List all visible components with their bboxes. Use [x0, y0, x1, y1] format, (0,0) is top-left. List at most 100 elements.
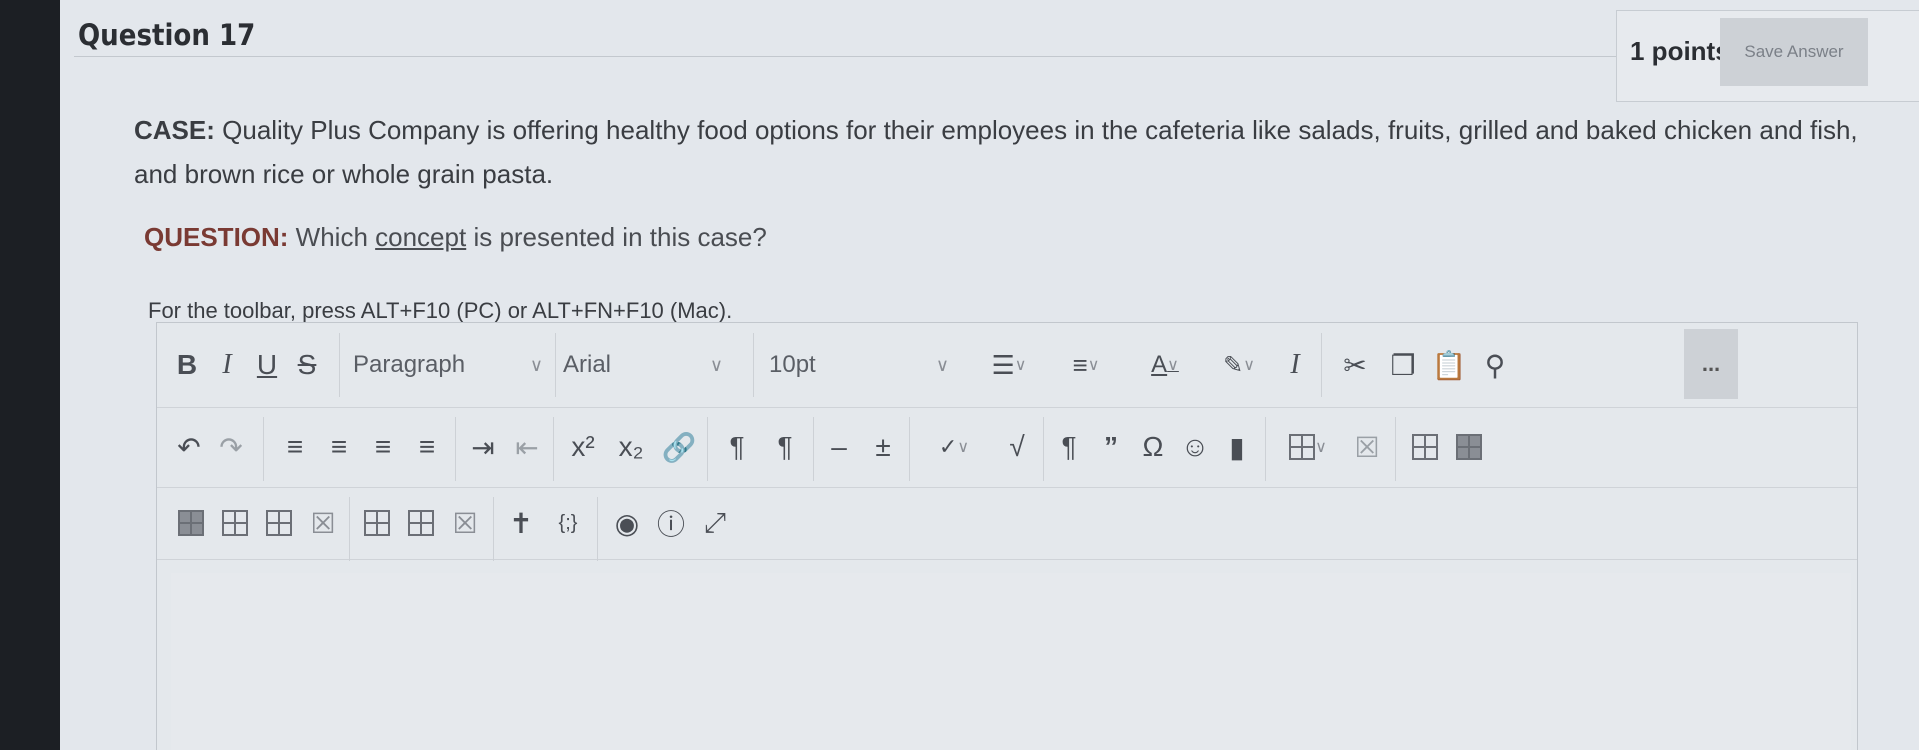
- toolbar-separator: [493, 497, 494, 561]
- math-equation-icon[interactable]: √: [997, 407, 1037, 487]
- subscript-icon[interactable]: x₂: [609, 407, 653, 487]
- outdent-icon[interactable]: ⇤: [507, 407, 547, 487]
- numbered-list-icon[interactable]: ≡ ∨: [1051, 323, 1121, 407]
- underline-button[interactable]: U: [249, 323, 285, 407]
- show-blocks-icon[interactable]: ¶: [1049, 407, 1089, 487]
- question-after: is presented in this case?: [466, 222, 767, 252]
- align-right-icon[interactable]: ≡: [363, 407, 403, 487]
- paragraph-dropdown-value: Paragraph: [353, 351, 466, 378]
- paragraph-dropdown[interactable]: Paragraph ∨: [353, 323, 553, 407]
- rich-text-editor: B I U S Paragraph ∨ Arial ∨ 10pt ∨ ☰ ∨ ≡ ∨…: [156, 322, 1858, 750]
- insert-row-after-icon[interactable]: [1449, 407, 1489, 487]
- bullet-list-icon[interactable]: ☰ ∨: [977, 323, 1041, 407]
- question-title: Question 17: [78, 18, 256, 52]
- help-icon[interactable]: ⓘ: [651, 487, 691, 559]
- column-after-grid-icon: [266, 510, 292, 536]
- cell-properties-icon[interactable]: [357, 487, 397, 559]
- insert-row-before-icon[interactable]: [1405, 407, 1445, 487]
- toolbar-hint: For the toolbar, press ALT+F10 (PC) or A…: [148, 298, 733, 323]
- cut-icon[interactable]: ✂: [1333, 323, 1377, 407]
- cell-properties-grid-icon: [364, 510, 390, 536]
- toolbar-separator: [455, 417, 456, 481]
- ltr-paragraph-icon[interactable]: ¶: [715, 407, 759, 487]
- toolbar-row-2: ↶ ↷ ≡ ≡ ≡ ≡ ⇥ ⇤ x² x₂ 🔗 ¶ ¶ – ± ✓ ∨ √ ¶ ”: [157, 407, 1857, 488]
- insert-column-before-icon[interactable]: [215, 487, 255, 559]
- table-icon[interactable]: ∨: [1273, 407, 1343, 487]
- align-center-icon[interactable]: ≡: [319, 407, 359, 487]
- toolbar-separator: [1395, 417, 1396, 481]
- toolbar-separator: [909, 417, 910, 481]
- toolbar-row-3: ☒ ☒ ✝ {;} ◉ ⓘ ⤢: [157, 487, 1857, 561]
- horizontal-line-icon[interactable]: –: [819, 407, 859, 487]
- chevron-down-icon: ∨: [709, 354, 723, 375]
- insert-column-after-icon[interactable]: [259, 487, 299, 559]
- table-grid-icon: [1289, 434, 1316, 460]
- question-lead: QUESTION:: [144, 222, 289, 252]
- row-before-grid-icon: [1412, 434, 1438, 460]
- toolbar-separator: [555, 333, 556, 397]
- delete-column-icon[interactable]: ☒: [303, 487, 343, 559]
- toolbar-separator: [263, 417, 264, 481]
- font-family-dropdown[interactable]: Arial ∨: [563, 323, 733, 407]
- split-cells-icon[interactable]: ☒: [445, 487, 485, 559]
- search-icon[interactable]: ⚲: [1473, 323, 1517, 407]
- case-lead: CASE:: [134, 115, 215, 145]
- points-label: 1 points: [1630, 36, 1730, 66]
- question-page: Question 17 1 points Save Answer CASE: Q…: [60, 0, 1919, 750]
- delete-table-icon[interactable]: ☒: [1347, 407, 1387, 487]
- toolbar-separator: [813, 417, 814, 481]
- question-before: Which: [288, 222, 376, 252]
- accessibility-icon[interactable]: ✝: [501, 487, 541, 559]
- toolbar-separator: [1321, 333, 1322, 397]
- superscript-icon[interactable]: x²: [561, 407, 605, 487]
- more-options-button[interactable]: ...: [1684, 329, 1738, 399]
- chevron-down-icon: ∨: [935, 354, 949, 375]
- paste-icon[interactable]: 📋: [1429, 323, 1469, 407]
- title-divider: [74, 56, 1674, 57]
- source-code-icon[interactable]: {;}: [545, 487, 591, 559]
- bold-button[interactable]: B: [169, 323, 205, 407]
- anchor-icon[interactable]: ▮: [1217, 407, 1257, 487]
- delete-row-grid-icon: [178, 510, 204, 536]
- mashup-icon[interactable]: ◉: [607, 487, 647, 559]
- indent-icon[interactable]: ⇥: [463, 407, 503, 487]
- clear-formatting-icon[interactable]: I: [1277, 323, 1313, 407]
- delete-row-icon[interactable]: [171, 487, 211, 559]
- toolbar-separator: [707, 417, 708, 481]
- spellcheck-icon[interactable]: ✓ ∨: [919, 407, 989, 487]
- question-concept: concept: [375, 222, 467, 252]
- merge-cells-grid-icon: [408, 510, 434, 536]
- fullscreen-icon[interactable]: ⤢: [695, 487, 735, 559]
- toolbar-row-1: B I U S Paragraph ∨ Arial ∨ 10pt ∨ ☰ ∨ ≡ ∨…: [157, 323, 1857, 408]
- toolbar-separator: [1265, 417, 1266, 481]
- emoticon-icon[interactable]: ☺: [1175, 407, 1215, 487]
- text-color-icon[interactable]: A ∨: [1135, 323, 1195, 407]
- save-answer-button[interactable]: Save Answer: [1720, 18, 1868, 86]
- row-after-grid-icon: [1456, 434, 1482, 460]
- font-size-value: 10pt: [769, 351, 816, 378]
- case-body: Quality Plus Company is offering healthy…: [134, 115, 1858, 189]
- toolbar-separator: [349, 497, 350, 561]
- toolbar-separator: [339, 333, 340, 397]
- align-left-icon[interactable]: ≡: [275, 407, 315, 487]
- unlink-icon[interactable]: 🔗: [657, 407, 701, 487]
- special-character-icon[interactable]: Ω: [1133, 407, 1173, 487]
- copy-icon[interactable]: ❐: [1383, 323, 1423, 407]
- merge-cells-icon[interactable]: [401, 487, 441, 559]
- italic-button[interactable]: I: [209, 323, 245, 407]
- insert-media-icon[interactable]: ±: [863, 407, 903, 487]
- rtl-paragraph-icon[interactable]: ¶: [763, 407, 807, 487]
- toolbar-separator: [597, 497, 598, 561]
- column-before-grid-icon: [222, 510, 248, 536]
- toolbar-separator: [753, 333, 754, 397]
- blockquote-icon[interactable]: ”: [1091, 407, 1131, 487]
- toolbar-separator: [553, 417, 554, 481]
- font-size-dropdown[interactable]: 10pt ∨: [769, 323, 959, 407]
- editor-content-area[interactable]: [171, 573, 1851, 750]
- redo-icon[interactable]: ↷: [213, 407, 249, 487]
- strikethrough-button[interactable]: S: [289, 323, 325, 407]
- undo-icon[interactable]: ↶: [171, 407, 207, 487]
- align-justify-icon[interactable]: ≡: [407, 407, 447, 487]
- highlight-color-icon[interactable]: ✎ ∨: [1207, 323, 1271, 407]
- question-prompt: QUESTION: Which concept is presented in …: [144, 222, 767, 253]
